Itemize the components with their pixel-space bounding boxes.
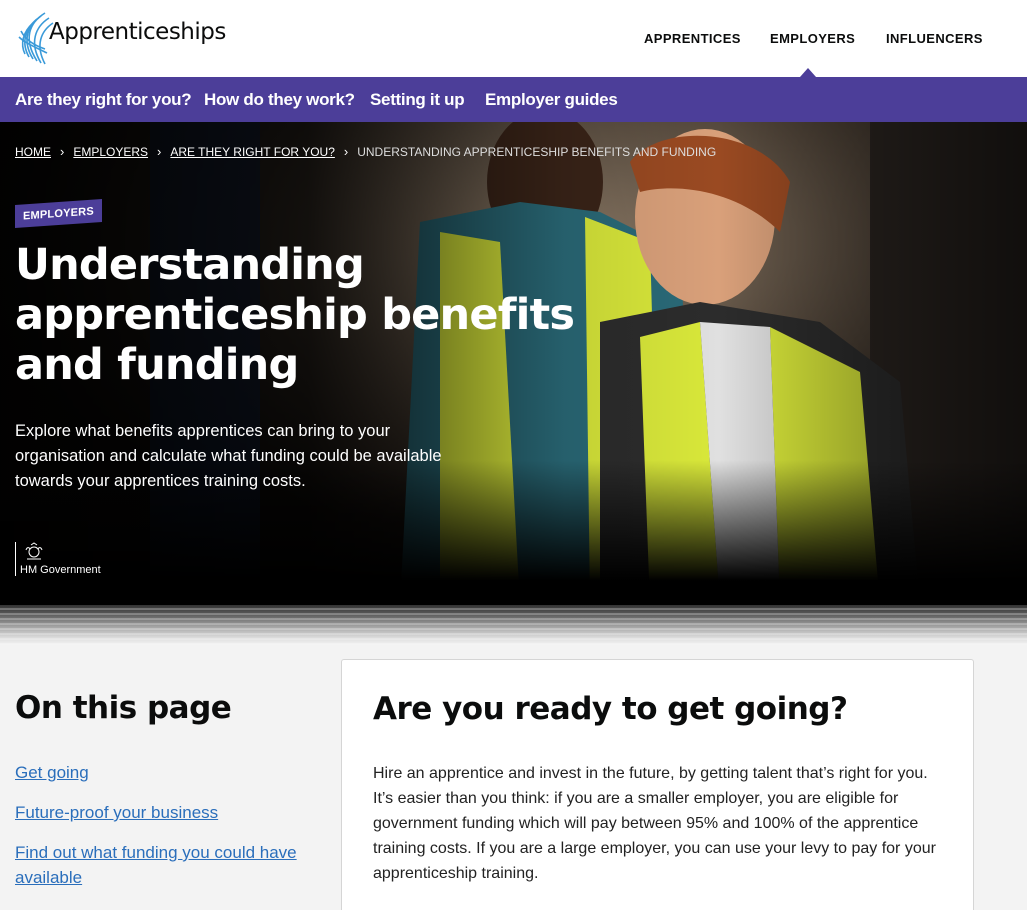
card-heading: Are you ready to get going? [373, 691, 848, 727]
active-nav-caret [800, 68, 816, 77]
list-item: Get going [15, 760, 305, 785]
sub-nav-setting-it-up[interactable]: Setting it up [370, 77, 465, 122]
hero-bottom-stripes [0, 605, 1027, 645]
breadcrumb-home[interactable]: HOME [15, 145, 51, 159]
breadcrumb-right-for-you[interactable]: ARE THEY RIGHT FOR YOU? [170, 145, 334, 159]
chevron-right-icon: › [60, 144, 65, 159]
sub-nav-employer-guides[interactable]: Employer guides [485, 77, 618, 122]
on-this-page-heading: On this page [15, 690, 232, 726]
list-item: Find out what funding you could have ava… [15, 840, 305, 890]
logo-text: Apprenticeships [49, 19, 226, 45]
link-get-going[interactable]: Get going [15, 763, 89, 782]
chevron-right-icon: › [157, 144, 162, 159]
apprenticeships-logo[interactable]: Apprenticeships [15, 8, 226, 68]
nav-influencers[interactable]: INFLUENCERS [886, 0, 983, 77]
chevron-right-icon: › [343, 144, 349, 159]
sub-nav-how-they-work[interactable]: How do they work? [204, 77, 355, 122]
hm-government-logo: HM Government [15, 542, 101, 576]
page-title: Understanding apprenticeship benefits an… [15, 240, 575, 390]
hero-lead-text: Explore what benefits apprentices can br… [15, 422, 442, 490]
employer-sub-nav: Are they right for you? How do they work… [0, 77, 1027, 122]
link-future-proof[interactable]: Future-proof your business [15, 803, 218, 822]
breadcrumb: HOME › EMPLOYERS › ARE THEY RIGHT FOR YO… [15, 144, 716, 159]
hm-government-label: HM Government [20, 564, 101, 576]
list-item: Future-proof your business [15, 800, 305, 825]
breadcrumb-current: UNDERSTANDING APPRENTICESHIP BENEFITS AN… [357, 144, 717, 159]
link-funding[interactable]: Find out what funding you could have ava… [15, 843, 297, 887]
get-going-card: Are you ready to get going? Hire an appr… [341, 659, 974, 910]
card-body-text: Hire an apprentice and invest in the fut… [373, 765, 936, 882]
site-header: Apprenticeships APPRENTICES EMPLOYERS IN… [0, 0, 1027, 77]
nav-employers[interactable]: EMPLOYERS [770, 0, 855, 77]
nav-apprentices[interactable]: APPRENTICES [644, 0, 741, 77]
hero-banner: HOME › EMPLOYERS › ARE THEY RIGHT FOR YO… [0, 122, 1027, 605]
breadcrumb-employers[interactable]: EMPLOYERS [73, 145, 148, 159]
royal-crest-icon [25, 542, 43, 560]
on-this-page-links: Get going Future-proof your business Fin… [15, 760, 305, 905]
sub-nav-right-for-you[interactable]: Are they right for you? [15, 77, 192, 122]
